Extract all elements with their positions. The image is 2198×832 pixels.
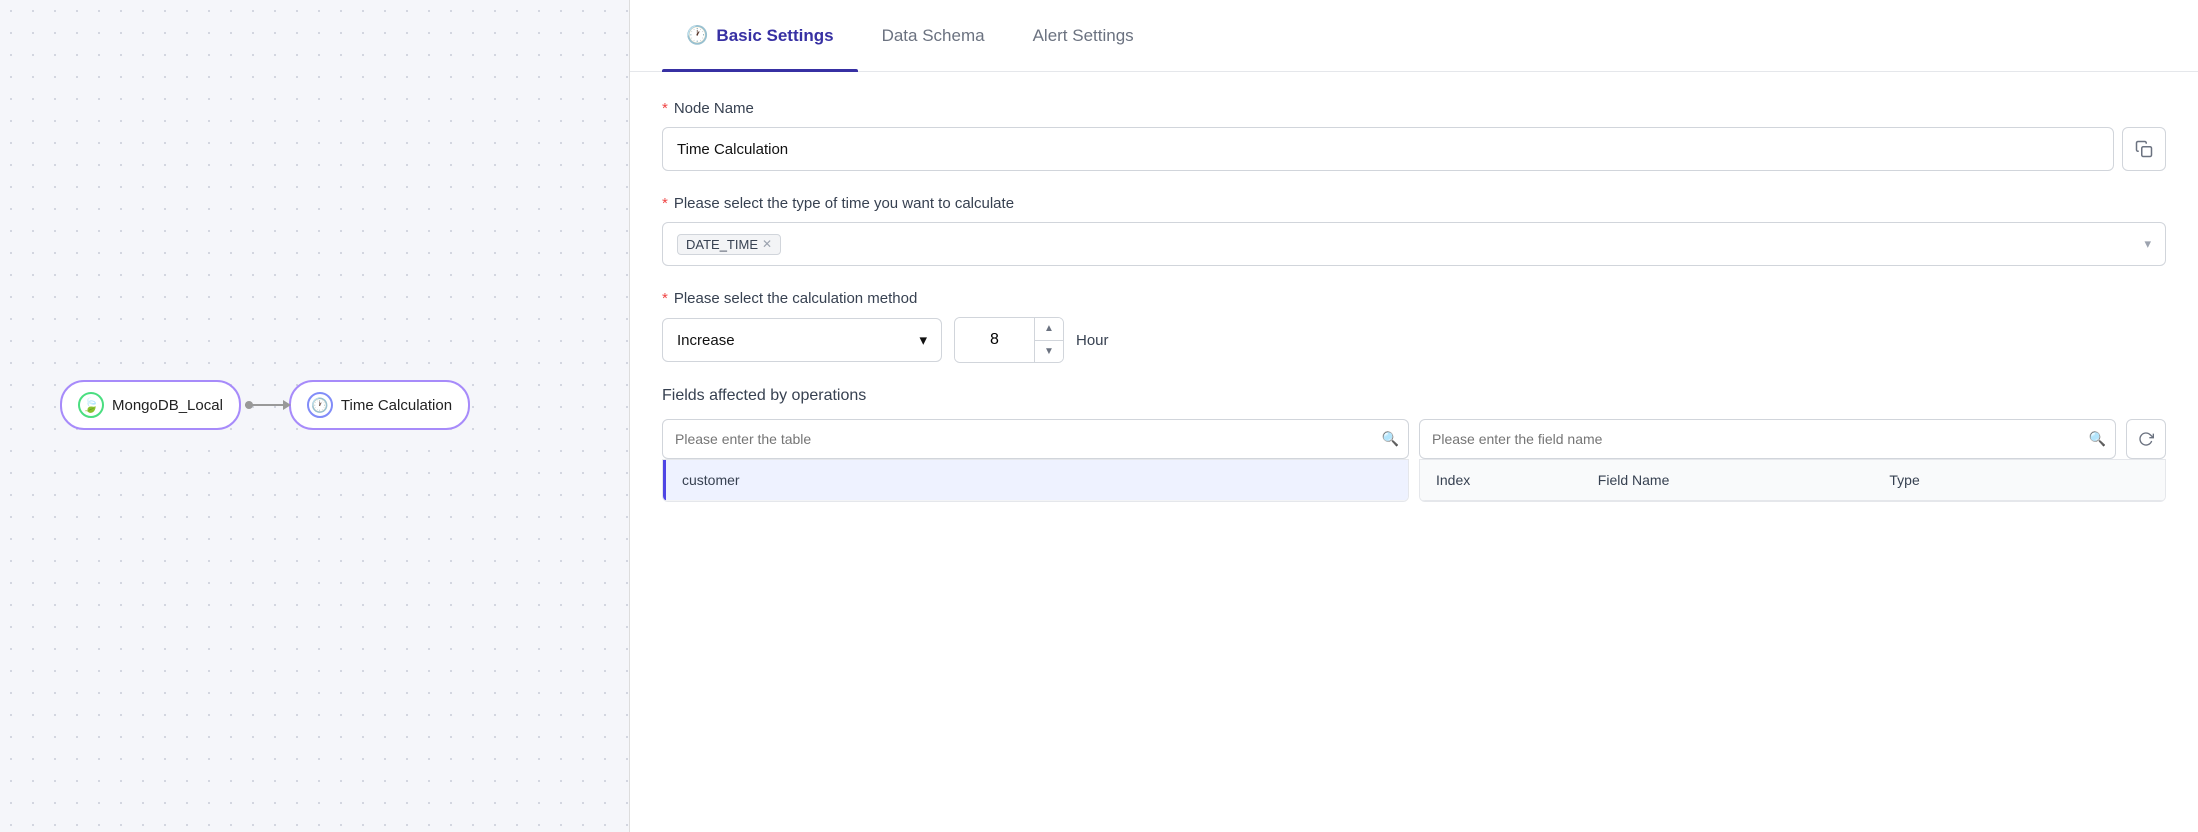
field-search-input[interactable] (1419, 419, 2116, 459)
tab-data-schema[interactable]: Data Schema (858, 0, 1009, 72)
mongodb-node[interactable]: 🍃 MongoDB_Local (60, 380, 241, 430)
field-table-container: Index Field Name Type (1419, 459, 2166, 502)
calc-method-label: * Please select the calculation method (662, 290, 2166, 307)
node-name-label: * Node Name (662, 100, 2166, 117)
arrow-connector (245, 404, 285, 406)
node-name-row (662, 127, 2166, 171)
table-container: customer (662, 459, 1409, 502)
field-search-icon: 🔍 (2089, 431, 2106, 448)
refresh-icon (2138, 431, 2154, 447)
right-panel: 🕐 Basic Settings Data Schema Alert Setti… (630, 0, 2198, 832)
date-time-tag: DATE_TIME ✕ (677, 234, 781, 255)
increment-button[interactable]: ▲ (1035, 318, 1063, 341)
fields-split: 🔍 customer 🔍 (662, 419, 2166, 502)
tab-alert-settings[interactable]: Alert Settings (1009, 0, 1158, 72)
number-value: 8 (955, 318, 1035, 362)
tab-basic-label: Basic Settings (716, 26, 833, 46)
copy-button[interactable] (2122, 127, 2166, 171)
time-calc-node[interactable]: 🕐 Time Calculation (289, 380, 470, 430)
mongodb-icon: 🍃 (78, 392, 104, 418)
content-area: * Node Name * Please select the type of … (630, 72, 2198, 832)
time-type-label: * Please select the type of time you wan… (662, 195, 2166, 212)
fields-left: 🔍 customer (662, 419, 1409, 502)
tab-schema-label: Data Schema (882, 26, 985, 46)
required-star-3: * (662, 290, 668, 307)
flow-nodes: 🍃 MongoDB_Local 🕐 Time Calculation (60, 380, 470, 430)
arrow-line (245, 404, 285, 406)
tab-alert-label: Alert Settings (1033, 26, 1134, 46)
field-search-wrap: 🔍 (1419, 419, 2116, 459)
fields-right-inner: 🔍 (1419, 419, 2166, 459)
calc-method-group: * Please select the calculation method I… (662, 290, 2166, 363)
refresh-button[interactable] (2126, 419, 2166, 459)
table-cell-name: customer (666, 460, 1408, 500)
flow-canvas: 🍃 MongoDB_Local 🕐 Time Calculation (0, 0, 630, 832)
table-search-input[interactable] (662, 419, 1409, 459)
mongodb-label: MongoDB_Local (112, 397, 223, 414)
table-header: Index Field Name Type (1420, 460, 2165, 501)
fields-right: 🔍 Index Field Name (1419, 419, 2166, 502)
decrement-button[interactable]: ▼ (1035, 341, 1063, 363)
table-search-wrap: 🔍 (662, 419, 1409, 459)
fields-section-title: Fields affected by operations (662, 387, 2166, 405)
tab-basic-icon: 🕐 (686, 25, 708, 46)
fields-section: Fields affected by operations 🔍 customer (662, 387, 2166, 502)
method-row: Increase ▾ 8 ▲ ▼ Hour (662, 317, 2166, 363)
time-type-group: * Please select the type of time you wan… (662, 195, 2166, 266)
method-chevron-icon: ▾ (919, 331, 927, 349)
tabs-bar: 🕐 Basic Settings Data Schema Alert Setti… (630, 0, 2198, 72)
table-row[interactable]: customer (663, 460, 1408, 501)
number-controls: ▲ ▼ (1035, 318, 1063, 362)
tag-list: DATE_TIME ✕ (677, 234, 781, 255)
table-search-icon: 🔍 (1382, 431, 1399, 448)
tab-basic-settings[interactable]: 🕐 Basic Settings (662, 0, 858, 72)
required-star-1: * (662, 100, 668, 117)
col-header-index: Index (1420, 460, 1582, 500)
copy-icon (2135, 140, 2153, 158)
tag-close-icon[interactable]: ✕ (762, 237, 772, 251)
number-input: 8 ▲ ▼ (954, 317, 1064, 363)
node-name-input[interactable] (662, 127, 2114, 171)
node-name-group: * Node Name (662, 100, 2166, 171)
col-header-type: Type (1873, 460, 2165, 500)
unit-label: Hour (1076, 332, 1109, 349)
required-star-2: * (662, 195, 668, 212)
time-type-select[interactable]: DATE_TIME ✕ ▾ (662, 222, 2166, 266)
chevron-down-icon: ▾ (2144, 236, 2151, 252)
time-calc-label: Time Calculation (341, 397, 452, 414)
time-icon: 🕐 (307, 392, 333, 418)
calc-method-select[interactable]: Increase ▾ (662, 318, 942, 362)
col-header-fieldname: Field Name (1582, 460, 1874, 500)
